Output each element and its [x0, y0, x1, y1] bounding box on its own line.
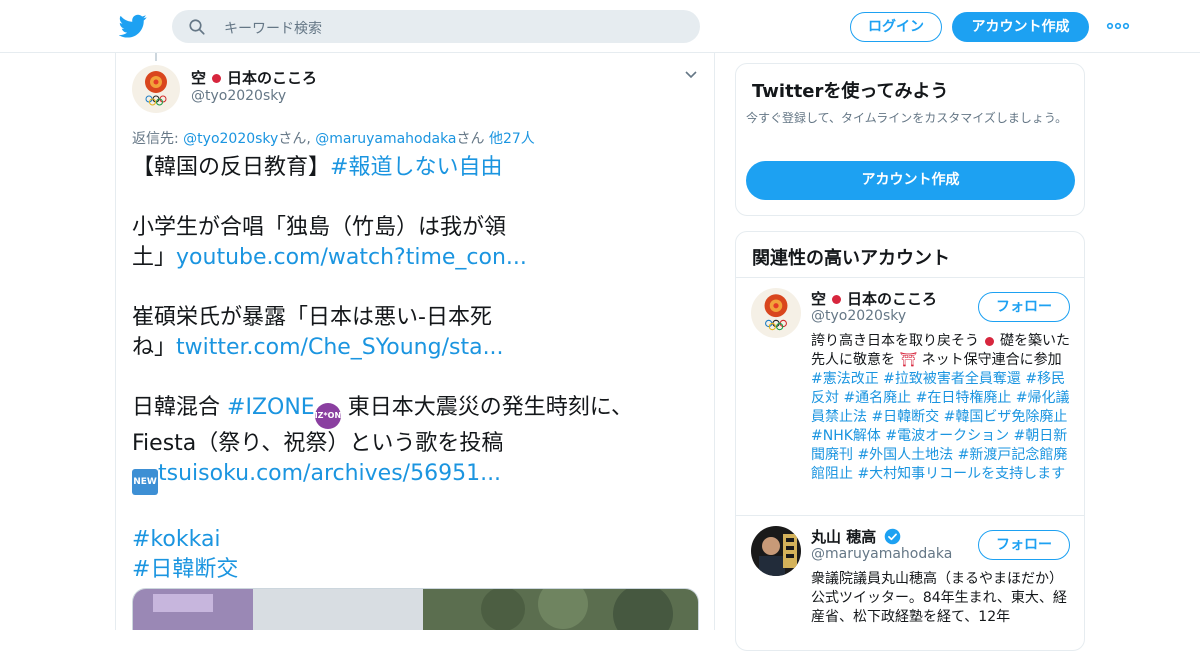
tweet-media-video[interactable] — [132, 588, 699, 630]
try-twitter-card: Twitterを使ってみよう 今すぐ登録して、タイムラインをカスタマイズしましょ… — [735, 63, 1085, 216]
hashtag-link[interactable]: #報道しない自由 — [330, 155, 502, 180]
tweet-text-line: ね」 — [132, 335, 177, 360]
tsuisoku-link[interactable]: tsuisoku.com/archives/56951... — [158, 461, 501, 486]
avatar[interactable] — [751, 526, 801, 576]
tweet-text-line: 東日本大震災の発生時刻に、 — [347, 395, 634, 420]
author-name-text: 日本のこころ — [227, 69, 318, 87]
account-name-text: 日本のこころ — [847, 290, 938, 308]
youtube-link[interactable]: youtube.com/watch?time_con... — [176, 245, 527, 270]
izone-emoji-icon: IZ*ONE — [314, 403, 347, 429]
japan-flag-icon — [212, 74, 222, 83]
divider — [736, 515, 1084, 516]
related-card-title: 関連性の高いアカウント — [752, 248, 950, 269]
tweet-text-line: 日韓混合 — [132, 395, 221, 420]
account-handle[interactable]: @maruyamahodaka — [811, 546, 952, 562]
account-name-prefix: 空 — [811, 290, 827, 308]
signup-button[interactable]: アカウント作成 — [952, 12, 1089, 42]
more-options-icon[interactable] — [1106, 16, 1130, 36]
hashtag-link[interactable]: #kokkai — [132, 527, 221, 552]
account-name[interactable]: 空 日本のこころ — [811, 288, 937, 309]
tweet-text-line: Fiesta（祭り、祝祭）という歌を投稿 — [132, 431, 504, 456]
try-card-title: Twitterを使ってみよう — [752, 81, 949, 102]
tweet-author-name[interactable]: 空 日本のこころ — [191, 67, 317, 88]
create-account-button[interactable]: アカウント作成 — [746, 161, 1075, 200]
account-name[interactable]: 丸山 穂高 — [811, 526, 901, 547]
reply-san-text: さん — [456, 131, 485, 147]
search-input[interactable]: キーワード検索 — [224, 18, 322, 38]
twitter-link[interactable]: twitter.com/Che_SYoung/sta... — [176, 335, 504, 360]
new-emoji-icon: NEW — [132, 469, 158, 495]
tweet-text: 【韓国の反日教育】#報道しない自由 小学生が合唱「独島（竹島）は我が領 土」yo… — [132, 153, 692, 585]
search-box[interactable]: キーワード検索 — [172, 10, 700, 43]
video-thumbnail-image — [133, 589, 698, 630]
twitter-bird-icon[interactable] — [119, 12, 147, 40]
tweet-text-line: 崔碩栄氏が暴露「日本は悪い-日本死 — [132, 305, 492, 330]
japan-flag-icon — [832, 295, 842, 304]
account-bio: 誇り高き日本を取り戻そう 礎を築いた先人に敬意を ⛩ ネット保守連合に参加 #憲法… — [811, 332, 1073, 484]
divider — [736, 277, 1084, 278]
avatar[interactable] — [751, 288, 801, 338]
bio-text: 誇り高き日本を取り戻そう — [811, 333, 979, 349]
avatar[interactable] — [132, 65, 180, 113]
decoration-emoji-icon: ⛩ — [895, 352, 922, 368]
avatar-photo-image — [751, 526, 801, 576]
bio-text: ネット保守連合に参加 — [921, 352, 1062, 368]
tweet-author-handle[interactable]: @tyo2020sky — [191, 88, 286, 104]
japan-flag-icon — [985, 336, 994, 346]
top-navigation-bar: キーワード検索 ログイン アカウント作成 — [0, 0, 1200, 53]
reply-handle-link[interactable]: @tyo2020sky — [183, 131, 278, 147]
account-bio: 衆議院議員丸山穂高（まるやまほだか）公式ツイッター。84年生まれ、東大、経産省、… — [811, 571, 1067, 625]
hashtag-links[interactable]: #憲法改正 #拉致被害者全員奪還 #移民反対 #通名廃止 #在日特権廃止 #帰化… — [811, 371, 1070, 482]
related-accounts-card: 関連性の高いアカウント 空 日本のこころ @tyo2020sky フォロー 誇り高… — [735, 231, 1085, 651]
hashtag-link[interactable]: #日韓断交 — [132, 557, 238, 582]
avatar-logo-image — [751, 288, 801, 338]
verified-badge-icon — [885, 528, 901, 545]
tweet-text-line: 【韓国の反日教育】 — [132, 155, 331, 180]
hashtag-link[interactable]: #IZONE — [227, 395, 315, 420]
reply-san-text: さん, — [278, 131, 311, 147]
avatar-logo-image — [132, 65, 180, 113]
tweet-text-line: 小学生が合唱「独島（竹島）は我が領 — [132, 215, 507, 240]
follow-button[interactable]: フォロー — [978, 292, 1070, 322]
reply-others-link[interactable]: 他27人 — [489, 131, 535, 147]
try-card-description: 今すぐ登録して、タイムラインをカスタマイズしましょう。 — [746, 111, 1068, 125]
account-name-text: 丸山 穂高 — [811, 528, 877, 546]
login-button[interactable]: ログイン — [850, 12, 942, 42]
account-handle[interactable]: @tyo2020sky — [811, 308, 906, 324]
tweet-text-line: 土」 — [132, 245, 177, 270]
author-prefix: 空 — [191, 69, 207, 87]
thread-connector — [155, 53, 157, 61]
reply-handle-link[interactable]: @maruyamahodaka — [315, 131, 456, 147]
follow-button[interactable]: フォロー — [978, 530, 1070, 560]
search-icon — [189, 19, 205, 35]
replying-to: 返信先: @tyo2020skyさん, @maruyamahodakaさん 他2… — [132, 128, 535, 148]
tweet-detail: 空 日本のこころ @tyo2020sky 返信先: @tyo2020skyさん, … — [115, 53, 715, 630]
replying-label: 返信先: — [132, 131, 179, 147]
chevron-down-icon[interactable] — [683, 68, 699, 82]
